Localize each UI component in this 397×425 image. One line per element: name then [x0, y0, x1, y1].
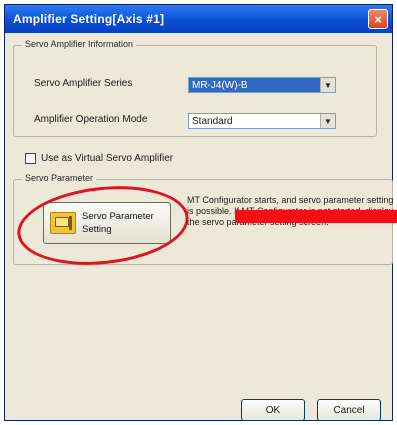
window-title: Amplifier Setting[Axis #1]	[13, 12, 165, 26]
servo-parameter-legend: Servo Parameter	[22, 173, 97, 183]
close-button[interactable]: ×	[368, 9, 388, 29]
close-icon: ×	[374, 11, 382, 27]
virtual-amp-checkbox[interactable]	[25, 153, 36, 164]
mode-label: Amplifier Operation Mode	[34, 114, 148, 125]
virtual-amp-label[interactable]: Use as Virtual Servo Amplifier	[41, 153, 173, 164]
chevron-down-icon: ▼	[320, 114, 335, 128]
cancel-button[interactable]: Cancel	[317, 399, 381, 421]
series-label: Servo Amplifier Series	[34, 78, 133, 89]
ok-button[interactable]: OK	[241, 399, 305, 421]
series-dropdown[interactable]: MR-J4(W)-B ▼	[188, 77, 336, 93]
mode-dropdown[interactable]: Standard ▼	[188, 113, 336, 129]
series-value: MR-J4(W)-B	[189, 78, 320, 92]
amplifier-setting-dialog: Amplifier Setting[Axis #1] × Servo Ampli…	[4, 4, 397, 421]
annotation-arrow	[235, 210, 397, 223]
mode-value: Standard	[192, 115, 233, 127]
title-bar: Amplifier Setting[Axis #1] ×	[5, 5, 392, 33]
amplifier-info-group: Servo Amplifier Information Servo Amplif…	[13, 39, 377, 137]
amplifier-info-legend: Servo Amplifier Information	[22, 39, 137, 49]
chevron-down-icon: ▼	[320, 78, 335, 92]
